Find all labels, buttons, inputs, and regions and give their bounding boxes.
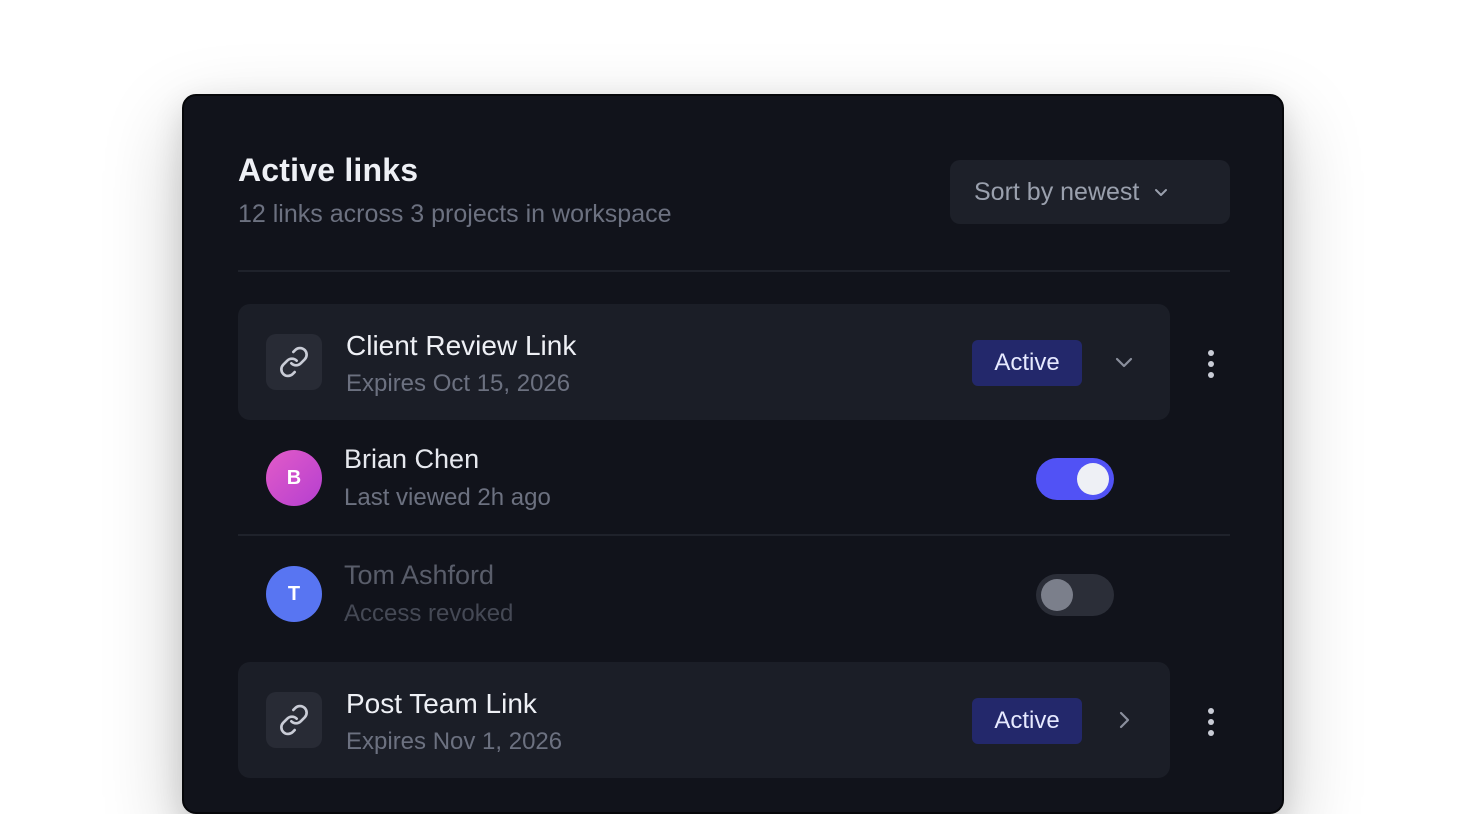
active-links-panel: Active links 12 links across 3 projects … xyxy=(182,94,1284,814)
access-toggle[interactable] xyxy=(1036,574,1114,616)
more-options-icon[interactable] xyxy=(1196,344,1226,384)
more-options-icon[interactable] xyxy=(1196,702,1226,742)
toggle-knob xyxy=(1077,463,1109,495)
link-expiry: Expires Oct 15, 2026 xyxy=(346,370,571,397)
page-subtitle: 12 links across 3 projects in workspace xyxy=(238,200,672,228)
person-status: Last viewed 2h ago xyxy=(344,484,551,511)
link-card-client-review[interactable]: Client Review Link Expires Oct 15, 2026 … xyxy=(238,304,1170,420)
status-badge: Active xyxy=(972,340,1082,386)
chevron-right-icon[interactable] xyxy=(1110,706,1138,734)
toggle-knob xyxy=(1041,579,1073,611)
status-badge: Active xyxy=(972,698,1082,744)
avatar: B xyxy=(266,450,322,506)
person-name: Tom Ashford xyxy=(344,560,495,590)
chevron-down-icon xyxy=(1155,189,1168,196)
chevron-down-icon[interactable] xyxy=(1110,348,1138,376)
header-divider xyxy=(238,270,1230,272)
list-item-brian-chen: B Brian Chen Last viewed 2h ago xyxy=(238,420,1230,534)
list-item-tom-ashford: T Tom Ashford Access revoked xyxy=(238,536,1230,650)
link-expiry: Expires Nov 1, 2026 xyxy=(346,728,563,755)
page-title: Active links xyxy=(238,152,419,188)
link-icon xyxy=(266,334,322,390)
person-status: Access revoked xyxy=(344,600,514,627)
link-icon xyxy=(266,692,322,748)
link-name: Client Review Link xyxy=(346,330,577,361)
person-name: Brian Chen xyxy=(344,444,480,474)
avatar: T xyxy=(266,566,322,622)
sort-label: Sort by newest xyxy=(974,177,1140,206)
link-card-post-team[interactable]: Post Team Link Expires Nov 1, 2026 Activ… xyxy=(238,662,1170,778)
sort-dropdown[interactable]: Sort by newest xyxy=(950,160,1230,224)
access-toggle[interactable] xyxy=(1036,458,1114,500)
link-name: Post Team Link xyxy=(346,688,537,719)
